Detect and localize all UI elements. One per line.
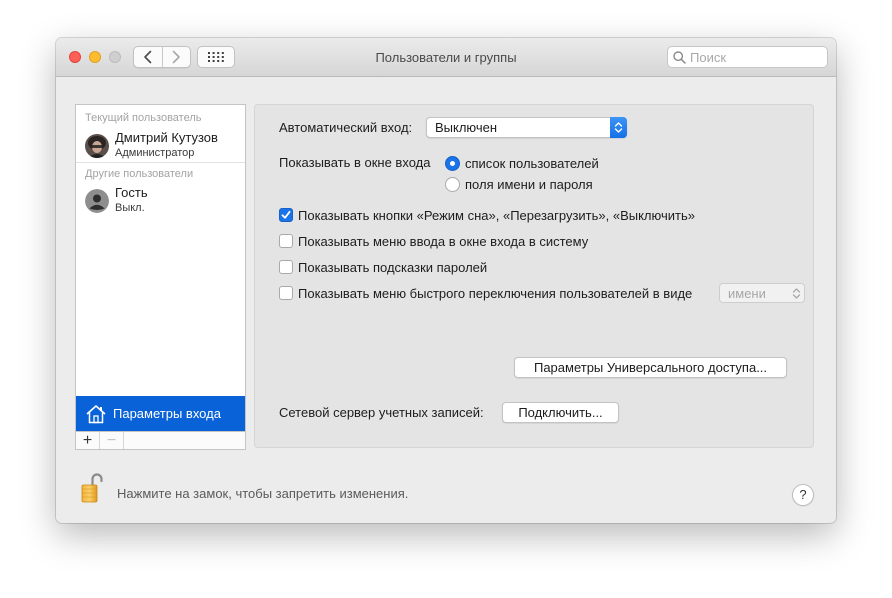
close-window-button[interactable] <box>69 51 81 63</box>
accessibility-options-button[interactable]: Параметры Универсального доступа... <box>514 357 787 378</box>
minimize-window-button[interactable] <box>89 51 101 63</box>
lock-status-text: Нажмите на замок, чтобы запретить измене… <box>117 486 409 501</box>
current-user-role: Администратор <box>115 147 195 159</box>
sidebar-divider <box>76 162 245 163</box>
popup-arrows-icon <box>610 117 627 138</box>
search-field[interactable] <box>667 46 828 68</box>
checkbox-fast-user-switching-label: Показывать меню быстрого переключения по… <box>298 285 693 301</box>
sidebar-item-login-options[interactable]: Параметры входа <box>76 396 245 431</box>
radio-button-selected[interactable] <box>445 155 460 171</box>
search-input[interactable] <box>690 49 820 65</box>
checkbox[interactable] <box>279 286 293 300</box>
guest-user-status: Выкл. <box>115 202 145 214</box>
radio-button[interactable] <box>445 176 460 192</box>
popup-arrows-icon <box>792 288 801 299</box>
checkbox-show-power-buttons[interactable]: Показывать кнопки «Режим сна», «Перезагр… <box>279 206 695 224</box>
connect-button[interactable]: Подключить... <box>502 402 619 423</box>
add-user-button[interactable]: + <box>76 432 100 449</box>
guest-user-item[interactable]: Гость Выкл. <box>76 181 245 221</box>
radio-name-password[interactable]: поля имени и пароля <box>445 175 593 193</box>
guest-user-name: Гость <box>115 185 148 200</box>
system-preferences-window: Пользователи и группы Текущий пользовате… <box>56 38 836 523</box>
user-photo-avatar <box>85 134 109 158</box>
radio-name-password-label: поля имени и пароля <box>465 176 593 192</box>
other-users-section-label: Другие пользователи <box>85 168 194 180</box>
house-icon <box>84 402 108 426</box>
zoom-window-button[interactable] <box>109 51 121 63</box>
grid-icon <box>208 52 224 62</box>
checkbox[interactable] <box>279 234 293 248</box>
login-options-panel: Автоматический вход: Выключен Показывать… <box>254 104 814 448</box>
current-user-name: Дмитрий Кутузов <box>115 130 218 145</box>
checkbox-fast-user-switching[interactable]: Показывать меню быстрого переключения по… <box>279 284 692 302</box>
checkbox-show-power-buttons-label: Показывать кнопки «Режим сна», «Перезагр… <box>298 207 695 223</box>
auto-login-popup[interactable]: Выключен <box>426 117 627 138</box>
forward-button[interactable] <box>161 47 191 67</box>
radio-user-list[interactable]: список пользователей <box>445 154 599 172</box>
chevron-right-icon <box>172 50 181 64</box>
generic-user-icon <box>85 189 109 213</box>
sidebar-button-bar: + − <box>76 431 245 449</box>
checkbox-show-input-menu[interactable]: Показывать меню ввода в окне входа в сис… <box>279 232 588 250</box>
help-button[interactable]: ? <box>792 484 814 506</box>
chevron-left-icon <box>143 50 152 64</box>
checkbox-show-password-hints[interactable]: Показывать подсказки паролей <box>279 258 487 276</box>
radio-user-list-label: список пользователей <box>465 155 599 171</box>
display-in-login-label: Показывать в окне входа <box>279 155 431 170</box>
users-sidebar: Текущий пользователь Дмитрий Кутузов Адм… <box>75 104 246 450</box>
title-bar: Пользователи и группы <box>56 38 836 77</box>
current-user-section-label: Текущий пользователь <box>85 112 202 124</box>
current-user-item[interactable]: Дмитрий Кутузов Администратор <box>76 126 245 166</box>
auto-login-value: Выключен <box>435 120 498 135</box>
lock-icon[interactable] <box>80 472 104 504</box>
fast-switch-style-popup[interactable]: имени <box>719 283 805 303</box>
remove-user-button[interactable]: − <box>100 432 124 449</box>
checkbox-show-password-hints-label: Показывать подсказки паролей <box>298 259 488 275</box>
checkmark-icon <box>281 210 291 219</box>
network-server-label: Сетевой сервер учетных записей: <box>279 405 484 420</box>
fast-switch-style-value: имени <box>728 286 766 301</box>
checkbox[interactable] <box>279 260 293 274</box>
checkbox-show-input-menu-label: Показывать меню ввода в окне входа в сис… <box>298 233 589 249</box>
login-options-label: Параметры входа <box>113 406 221 421</box>
auto-login-label: Автоматический вход: <box>279 120 413 135</box>
navigation-buttons <box>133 46 191 68</box>
show-all-button[interactable] <box>197 46 235 68</box>
checkbox-checked[interactable] <box>279 208 293 222</box>
back-button[interactable] <box>134 47 162 67</box>
search-icon <box>673 50 686 64</box>
